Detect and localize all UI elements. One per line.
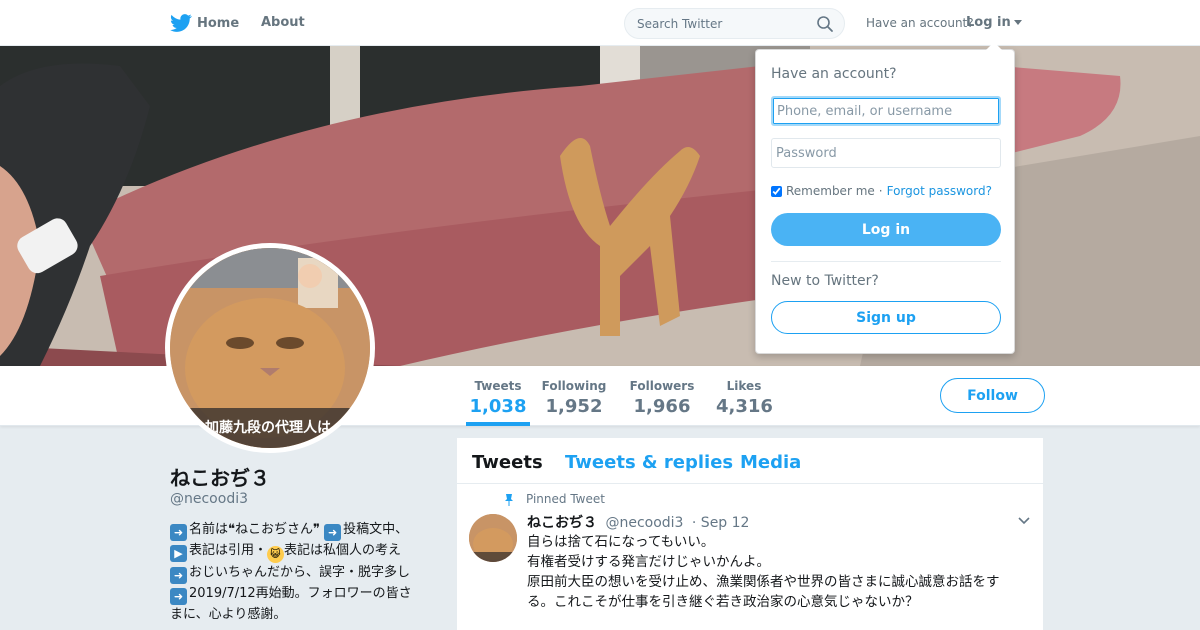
tab-tweets-and-replies[interactable]: Tweets & replies	[565, 452, 733, 473]
remember-me-label[interactable]: Remember me	[786, 184, 875, 198]
tweet-header: ねこおぢ３ @necoodi3 · Sep 12	[527, 512, 749, 532]
login-dropdown-title: Have an account?	[771, 66, 897, 82]
bio-line-2: 投稿文中、	[343, 522, 409, 537]
nav-about-link[interactable]: About	[261, 0, 305, 46]
tweet-date[interactable]: · Sep 12	[692, 515, 750, 531]
new-to-twitter-text: New to Twitter?	[771, 273, 879, 289]
bio-line-1: 名前は❝ねこおぢさん❞	[189, 522, 320, 537]
stat-likes[interactable]: Likes 4,316	[716, 366, 773, 426]
forgot-password-link[interactable]: Forgot password?	[887, 184, 992, 198]
follow-button[interactable]: Follow	[940, 378, 1045, 413]
arrow-right-emoji-icon: ➜	[170, 588, 187, 605]
dropdown-arrow	[986, 42, 1002, 50]
stat-following-value: 1,952	[545, 396, 603, 417]
stat-tweets-label: Tweets	[474, 379, 522, 393]
profile-avatar[interactable]: 加藤九段の代理人は	[165, 243, 375, 453]
have-account-text: Have an account?	[866, 16, 974, 30]
stat-likes-value: 4,316	[716, 396, 773, 417]
stat-likes-label: Likes	[726, 379, 762, 393]
tweet-text: 自らは捨て石になってもいい。 有権者受けする発言だけじゃいかんよ。 原田前大臣の…	[527, 532, 1027, 612]
tab-media[interactable]: Media	[740, 452, 801, 473]
nav-home-link[interactable]: Home	[170, 0, 239, 46]
search-input[interactable]	[625, 9, 815, 38]
remember-me-row: Remember me · Forgot password?	[771, 184, 992, 198]
play-emoji-icon: ▶	[170, 545, 187, 562]
tweet-line-2: 有権者受けする発言だけじゃいかんよ。	[527, 554, 770, 570]
tweet-line-1: 自らは捨て石になってもいい。	[527, 534, 715, 550]
tab-tweets[interactable]: Tweets	[472, 452, 543, 473]
stat-followers[interactable]: Followers 1,966	[628, 366, 696, 426]
cat-face-emoji-icon: 😺	[267, 546, 285, 563]
bio-line-3: 表記は引用・	[189, 543, 268, 558]
tweet-line-4: る。これこそが仕事を引き継ぐ若き政治家の心意気じゃないか？	[527, 594, 919, 610]
separator-dot: ·	[878, 184, 883, 198]
arrow-right-emoji-icon: ➜	[170, 524, 187, 541]
timeline: Tweets Tweets & replies Media Pinned Twe…	[456, 437, 1044, 630]
timeline-tabs: Tweets Tweets & replies Media	[457, 438, 1043, 484]
stat-tweets[interactable]: Tweets 1,038	[466, 366, 530, 426]
password-field[interactable]	[771, 138, 1001, 168]
profile-handle[interactable]: @necoodi3	[170, 491, 248, 507]
username-field[interactable]	[771, 96, 1001, 126]
tweet-author-handle[interactable]: @necoodi3	[605, 515, 683, 531]
profile-bio: ➜ 名前は❝ねこおぢさん❞ ➜ 投稿文中、 ▶ 表記は引用・ 😺 表記は私個人の考え ➜ お…	[170, 520, 440, 625]
stat-following[interactable]: Following 1,952	[541, 366, 607, 426]
tweet-author-name[interactable]: ねこおぢ３	[527, 515, 597, 531]
login-dropdown: Have an account? Remember me · Forgot pa…	[755, 42, 1015, 354]
bio-line-5: おじいちゃんだから、誤字・脱字多し	[189, 565, 411, 580]
stat-followers-label: Followers	[629, 379, 695, 393]
tweet-avatar[interactable]	[469, 514, 517, 562]
arrow-right-emoji-icon: ➜	[324, 524, 342, 541]
top-navigation-bar: Home About Have an account? Log in	[0, 0, 1200, 46]
login-toggle-label: Log in	[966, 15, 1011, 30]
caret-down-icon	[1013, 20, 1022, 25]
avatar-caption: 加藤九段の代理人は	[204, 419, 331, 436]
stat-following-label: Following	[541, 379, 607, 393]
signup-button[interactable]: Sign up	[771, 301, 1001, 334]
nav-home-label: Home	[197, 15, 240, 31]
stat-followers-value: 1,966	[633, 396, 691, 417]
login-button[interactable]: Log in	[771, 213, 1001, 246]
bio-line-6: 2019/7/12再始動。フォロワーの皆さ	[189, 586, 412, 601]
arrow-right-emoji-icon: ➜	[170, 567, 187, 584]
divider	[771, 261, 1001, 262]
search-icon[interactable]	[816, 15, 834, 33]
stat-tweets-value: 1,038	[469, 396, 527, 417]
pin-icon	[505, 494, 513, 506]
bio-line-4: 表記は私個人の考え	[284, 543, 402, 558]
remember-me-checkbox[interactable]	[771, 185, 782, 197]
profile-name[interactable]: ねこおぢ３	[170, 462, 270, 491]
tweet-line-3: 原田前大臣の想いを受け止め、漁業関係者や世界の皆さまに誠心誠意お話をす	[527, 574, 1000, 590]
chevron-down-icon[interactable]	[1017, 514, 1031, 528]
bio-line-7: まに、心より感謝。	[170, 607, 287, 622]
login-dropdown-toggle[interactable]: Log in	[966, 0, 1022, 46]
search-box	[624, 8, 845, 39]
pinned-tweet-label: Pinned Tweet	[526, 492, 605, 506]
